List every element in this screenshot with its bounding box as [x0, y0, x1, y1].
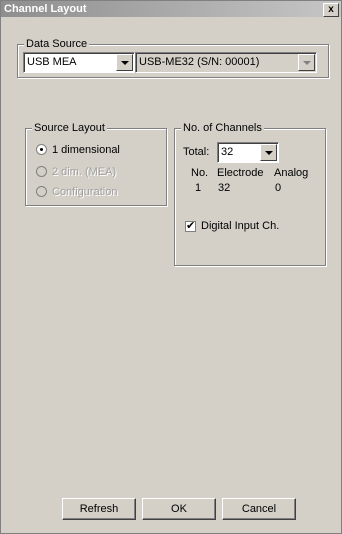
- total-channels-value: 32: [221, 146, 234, 158]
- source-layout-group: Source Layout 1 dimensional 2 dim. (MEA)…: [25, 122, 167, 206]
- row-electrode: 32: [218, 182, 231, 194]
- radio-indicator[interactable]: [36, 144, 47, 155]
- chevron-down-icon[interactable]: [260, 144, 277, 161]
- header-analog: Analog: [274, 167, 309, 179]
- chevron-down-icon[interactable]: [116, 54, 133, 71]
- window-title: Channel Layout: [4, 3, 87, 15]
- cancel-button[interactable]: Cancel: [222, 498, 296, 520]
- radio-indicator[interactable]: [36, 186, 47, 197]
- radio-label: 1 dimensional: [52, 144, 120, 156]
- source-type-select[interactable]: USB MEA: [23, 52, 135, 73]
- device-value: USB-ME32 (S/N: 00001): [139, 56, 260, 68]
- total-channels-select[interactable]: 32: [217, 142, 279, 163]
- ok-button[interactable]: OK: [142, 498, 216, 520]
- radio-label: Configuration: [52, 186, 118, 198]
- title-bar: Channel Layout x: [1, 1, 341, 17]
- radio-label: 2 dim. (MEA): [52, 166, 117, 178]
- source-type-value: USB MEA: [27, 56, 77, 68]
- row-no: 1: [195, 182, 202, 194]
- radio-indicator[interactable]: [36, 166, 47, 177]
- total-label: Total:: [183, 146, 210, 158]
- chevron-down-icon[interactable]: [298, 54, 315, 71]
- header-no: No.: [191, 167, 209, 179]
- data-source-legend: Data Source: [24, 38, 90, 51]
- header-electrode: Electrode: [217, 167, 264, 179]
- row-analog: 0: [275, 182, 282, 194]
- digital-input-label: Digital Input Ch.: [201, 220, 280, 232]
- channels-group: No. of Channels Total: 32 No. Electrode …: [174, 122, 326, 266]
- close-button[interactable]: x: [323, 3, 339, 17]
- device-select[interactable]: USB-ME32 (S/N: 00001): [135, 52, 317, 73]
- source-layout-legend: Source Layout: [32, 122, 107, 135]
- channel-layout-dialog: Channel Layout x Data Source USB MEA USB…: [0, 0, 342, 534]
- digital-input-checkbox[interactable]: [185, 219, 196, 232]
- refresh-button[interactable]: Refresh: [62, 498, 136, 520]
- channels-legend: No. of Channels: [181, 122, 264, 135]
